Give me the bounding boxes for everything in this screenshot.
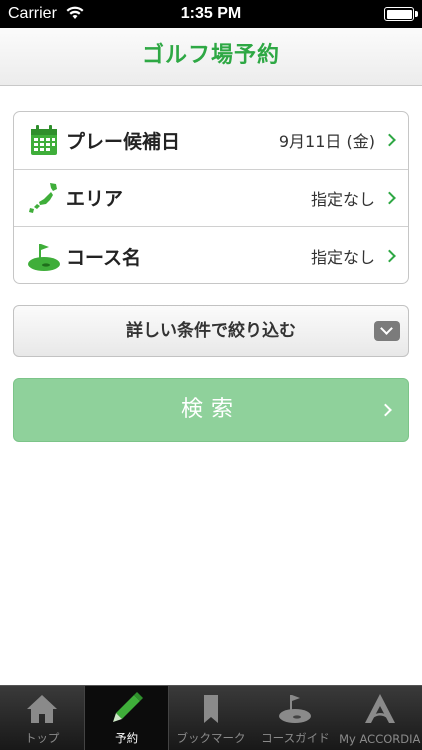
accordia-logo-icon [364, 694, 395, 723]
option-value-play-date: 9月11日 (金) [278, 132, 375, 152]
tab-reservation[interactable]: 予約 [84, 686, 169, 750]
option-label-area: エリア [66, 188, 124, 211]
nav-bar: ゴルフ場予約 [0, 28, 422, 86]
home-icon [27, 695, 58, 723]
japan-map-icon [29, 182, 57, 213]
tab-label-bookmark: ブックマーク [176, 731, 246, 745]
option-label-course-name: コース名 [66, 246, 142, 269]
refine-conditions-button[interactable]: 詳しい条件で絞り込む [13, 305, 409, 357]
tab-course-guide[interactable]: コースガイド [253, 686, 337, 750]
refine-conditions-label: 詳しい条件で絞り込む [126, 321, 296, 341]
status-bar: Carrier 1:35 PM [0, 0, 422, 28]
tab-my-accordia[interactable]: My ACCORDIA [338, 686, 422, 750]
option-row-area[interactable]: エリア 指定なし [14, 170, 408, 228]
tab-label-reservation: 予約 [115, 731, 139, 745]
pencil-icon [112, 692, 143, 722]
chevron-right-icon [383, 249, 396, 263]
option-row-course-name[interactable]: コース名 指定なし [14, 227, 408, 283]
dropdown-icon [374, 321, 400, 341]
option-row-play-date[interactable]: プレー候補日 9月11日 (金) [14, 112, 408, 170]
tab-bookmark[interactable]: ブックマーク [169, 686, 253, 750]
chevron-right-icon [383, 133, 396, 147]
search-options-list: プレー候補日 9月11日 (金) エリア 指定なし コース名 指定なし [13, 111, 409, 284]
chevron-right-icon [383, 191, 396, 205]
page-title: ゴルフ場予約 [141, 43, 280, 68]
tab-label-top: トップ [24, 731, 60, 745]
search-button[interactable]: 検索 [13, 378, 409, 442]
battery-icon [384, 7, 418, 21]
golf-green-icon [28, 244, 60, 272]
tab-label-course-guide: コースガイド [261, 731, 330, 745]
clock: 1:35 PM [180, 5, 242, 22]
option-value-area: 指定なし [310, 189, 375, 209]
option-value-course-name: 指定なし [310, 248, 375, 268]
option-label-play-date: プレー候補日 [66, 130, 181, 153]
golf-course-icon [279, 695, 312, 723]
tab-label-my-accordia: My ACCORDIA [339, 732, 421, 746]
search-button-label: 検索 [180, 397, 241, 422]
tab-bar: トップ 予約 ブックマーク コースガイド My ACCORDIA [0, 685, 422, 750]
tab-top[interactable]: トップ [0, 686, 84, 750]
bookmark-icon [203, 695, 218, 723]
calendar-icon [31, 125, 57, 156]
